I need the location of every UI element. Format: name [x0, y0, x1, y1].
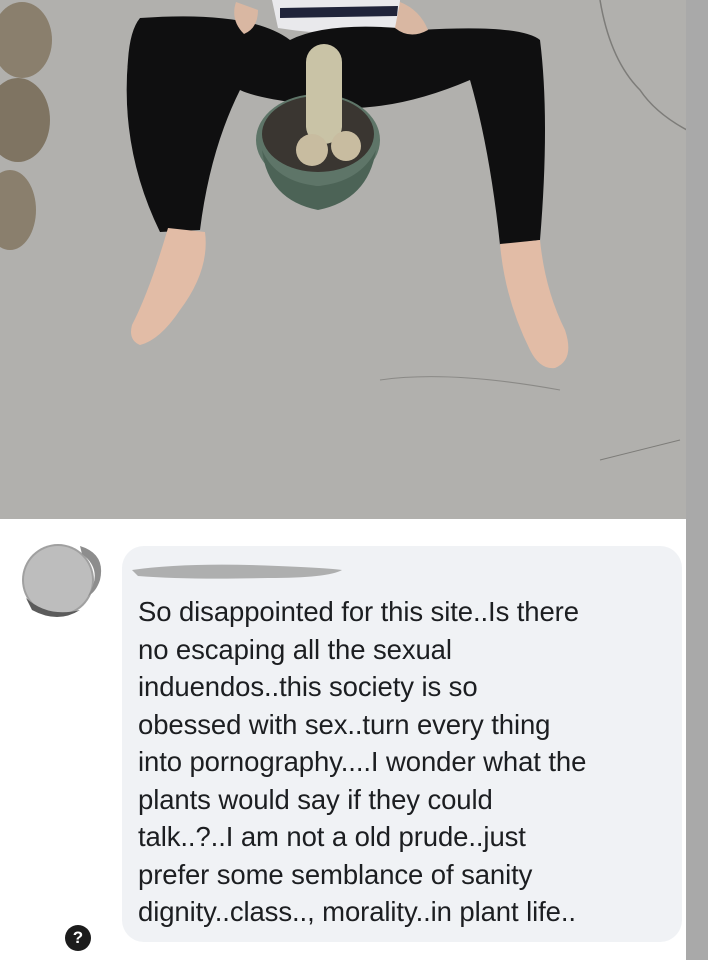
comment-text: So disappointed for this site..Is there … — [138, 596, 587, 927]
scrollbar-track[interactable] — [686, 0, 708, 960]
post-photo[interactable] — [0, 0, 708, 519]
redacted-name-bar — [132, 564, 342, 579]
comment-author-name[interactable] — [128, 558, 344, 584]
commenter-avatar[interactable] — [18, 540, 102, 622]
help-icon[interactable]: ? — [65, 925, 91, 951]
avatar-blurred-icon — [22, 544, 102, 617]
photo-illustration — [0, 0, 708, 519]
